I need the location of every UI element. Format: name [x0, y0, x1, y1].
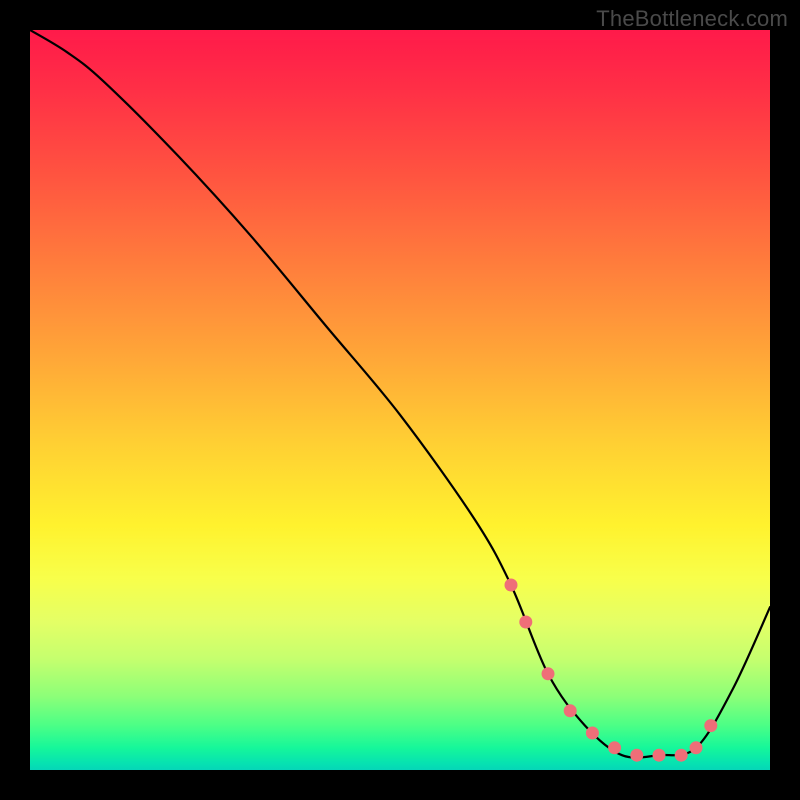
marker-dot [608, 741, 621, 754]
marker-dot [675, 749, 688, 762]
marker-dot [704, 719, 717, 732]
marker-dot [586, 727, 599, 740]
marker-dot [690, 741, 703, 754]
marker-dot [630, 749, 643, 762]
marker-dot [542, 667, 555, 680]
watermark-text: TheBottleneck.com [596, 6, 788, 32]
plot-area [30, 30, 770, 770]
marker-dot [505, 579, 518, 592]
marker-dot [519, 616, 532, 629]
highlight-markers [505, 579, 718, 762]
marker-dot [564, 704, 577, 717]
chart-container: TheBottleneck.com [0, 0, 800, 800]
marker-dot [653, 749, 666, 762]
bottleneck-curve [30, 30, 770, 758]
chart-svg [30, 30, 770, 770]
